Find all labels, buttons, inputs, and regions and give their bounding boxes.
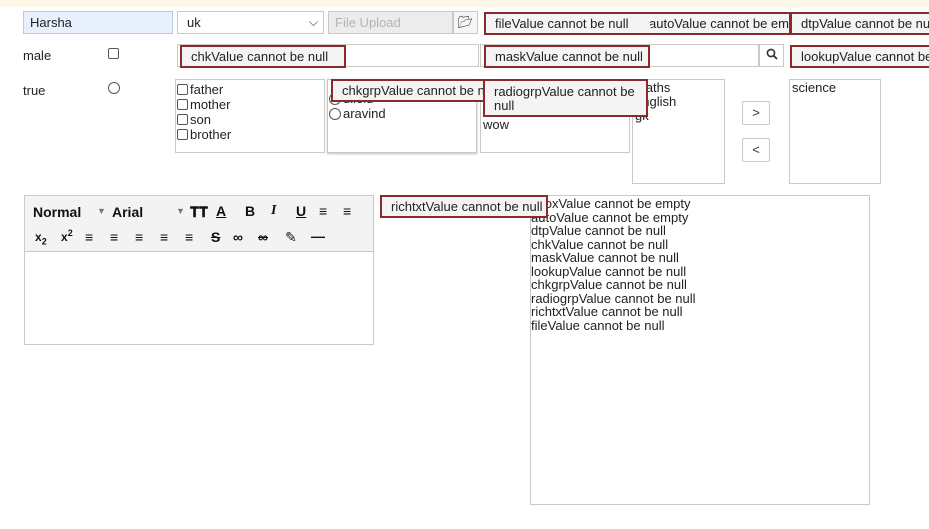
gender-label: male bbox=[23, 48, 52, 63]
editor-content-area[interactable] bbox=[25, 253, 373, 344]
name-input[interactable]: Harsha bbox=[23, 11, 173, 34]
radio-item[interactable]: aravind bbox=[329, 106, 476, 121]
move-left-button[interactable]: < bbox=[742, 138, 770, 162]
bool-label: true bbox=[23, 83, 46, 98]
rich-text-editor: Normal ▼ Arial ▼ 𝐓𝐓 A B I U ≡ ≡ x2 x2 ≡ … bbox=[24, 195, 374, 345]
top-strip bbox=[0, 0, 929, 7]
richtxt-error-tooltip: richtxtValue cannot be null bbox=[380, 195, 548, 218]
search-icon[interactable] bbox=[759, 44, 784, 67]
font-dropdown[interactable]: Arial bbox=[112, 204, 143, 220]
mask-error-tooltip: maskValue cannot be null bbox=[484, 45, 650, 68]
checkbox-item[interactable]: father bbox=[177, 82, 324, 97]
gender-checkbox[interactable] bbox=[108, 48, 119, 59]
strikethrough-icon[interactable]: S bbox=[211, 229, 220, 245]
summary-line: fileValue cannot be null bbox=[531, 317, 665, 333]
radio-button[interactable] bbox=[329, 107, 341, 120]
radio-label: aravind bbox=[343, 106, 386, 121]
italic-icon[interactable]: I bbox=[271, 203, 276, 219]
summary-line: lookupValue cannot be null bbox=[531, 263, 687, 279]
align-justify-icon[interactable]: ≡ bbox=[160, 229, 168, 245]
summary-line: richtxtValue cannot be null bbox=[531, 304, 683, 319]
folder-open-icon[interactable]: 📂︎ bbox=[453, 11, 478, 34]
move-right-button[interactable]: > bbox=[742, 101, 770, 125]
radiogrp-error-tooltip: radiogrpValue cannot be null bbox=[483, 79, 648, 117]
chk-error-tooltip: chkValue cannot be null bbox=[180, 45, 346, 68]
checkbox[interactable] bbox=[177, 99, 188, 110]
align-center-icon[interactable]: ≡ bbox=[135, 229, 143, 245]
lookup-error-tooltip: lookupValue cannot be null bbox=[790, 45, 929, 68]
selected-list[interactable]: science bbox=[789, 79, 881, 184]
summary-line: autoValue cannot be empty bbox=[531, 209, 689, 225]
country-select[interactable]: uk ⌵ bbox=[177, 11, 324, 34]
list-item[interactable]: wow bbox=[483, 118, 629, 132]
ordered-list-icon[interactable]: ≡ bbox=[319, 203, 327, 219]
summary-line: dtpValue cannot be null bbox=[531, 223, 666, 238]
link-icon[interactable]: ∞ bbox=[233, 229, 243, 245]
superscript-icon[interactable]: x2 bbox=[61, 228, 73, 244]
font-size-icon[interactable]: 𝐓𝐓 bbox=[190, 204, 208, 221]
checkbox-label: father bbox=[190, 82, 224, 97]
unlink-icon[interactable]: ∞ bbox=[258, 229, 268, 245]
checkbox-label: mother bbox=[190, 97, 231, 112]
checkbox[interactable] bbox=[177, 84, 188, 95]
summary-line: cboxValue cannot be empty bbox=[531, 196, 691, 211]
checkbox-item[interactable]: son bbox=[177, 112, 324, 127]
checkbox-item[interactable]: brother bbox=[177, 127, 324, 142]
list-item[interactable]: gk bbox=[635, 109, 724, 123]
checkbox[interactable] bbox=[177, 114, 188, 125]
format-dropdown-caret-icon[interactable]: ▼ bbox=[97, 206, 106, 216]
file-upload-input[interactable]: File Upload bbox=[328, 11, 453, 34]
summary-line: maskValue cannot be null bbox=[531, 250, 679, 265]
validation-summary: cboxValue cannot be empty autoValue cann… bbox=[530, 195, 870, 505]
bold-icon[interactable]: B bbox=[245, 203, 255, 219]
checkbox-group: father mother son brother bbox=[175, 79, 325, 153]
auto-error-tooltip: autoValue cannot be empty bbox=[645, 12, 791, 35]
list-item[interactable]: science bbox=[792, 81, 880, 95]
text-color-icon[interactable]: A bbox=[216, 203, 226, 219]
country-select-value: uk bbox=[187, 15, 201, 30]
outdent-icon[interactable]: ≡ bbox=[85, 229, 93, 245]
font-dropdown-caret-icon[interactable]: ▼ bbox=[176, 206, 185, 216]
checkbox-label: brother bbox=[190, 127, 232, 142]
summary-line: chkValue cannot be null bbox=[531, 236, 669, 252]
clear-format-icon[interactable]: ✎ bbox=[285, 229, 297, 246]
horizontal-rule-icon[interactable]: — bbox=[311, 228, 325, 244]
bullet-list-icon[interactable]: ≡ bbox=[343, 203, 351, 219]
dtp-error-tooltip: dtpValue cannot be null bbox=[790, 12, 929, 35]
align-right-icon[interactable]: ≡ bbox=[185, 229, 193, 245]
list-item[interactable]: maths bbox=[635, 81, 724, 95]
chevron-down-icon: ⌵ bbox=[308, 15, 318, 29]
format-dropdown[interactable]: Normal bbox=[33, 204, 81, 220]
summary-line: radiogrpValue cannot be null bbox=[531, 290, 696, 306]
file-error-tooltip: fileValue cannot be null bbox=[484, 12, 650, 35]
editor-toolbar: Normal ▼ Arial ▼ 𝐓𝐓 A B I U ≡ ≡ x2 x2 ≡ … bbox=[25, 196, 373, 252]
summary-line: chkgrpValue cannot be null bbox=[531, 277, 687, 292]
align-left-icon[interactable]: ≡ bbox=[110, 229, 118, 245]
subscript-icon[interactable]: x2 bbox=[35, 230, 47, 246]
chkgrp-error-tooltip: chkgrpValue cannot be null bbox=[331, 79, 491, 102]
checkbox-label: son bbox=[190, 112, 211, 127]
checkbox-item[interactable]: mother bbox=[177, 97, 324, 112]
bool-radio[interactable] bbox=[108, 82, 120, 94]
underline-icon[interactable]: U bbox=[296, 203, 306, 219]
list-item[interactable]: english bbox=[635, 95, 724, 109]
checkbox[interactable] bbox=[177, 129, 188, 140]
